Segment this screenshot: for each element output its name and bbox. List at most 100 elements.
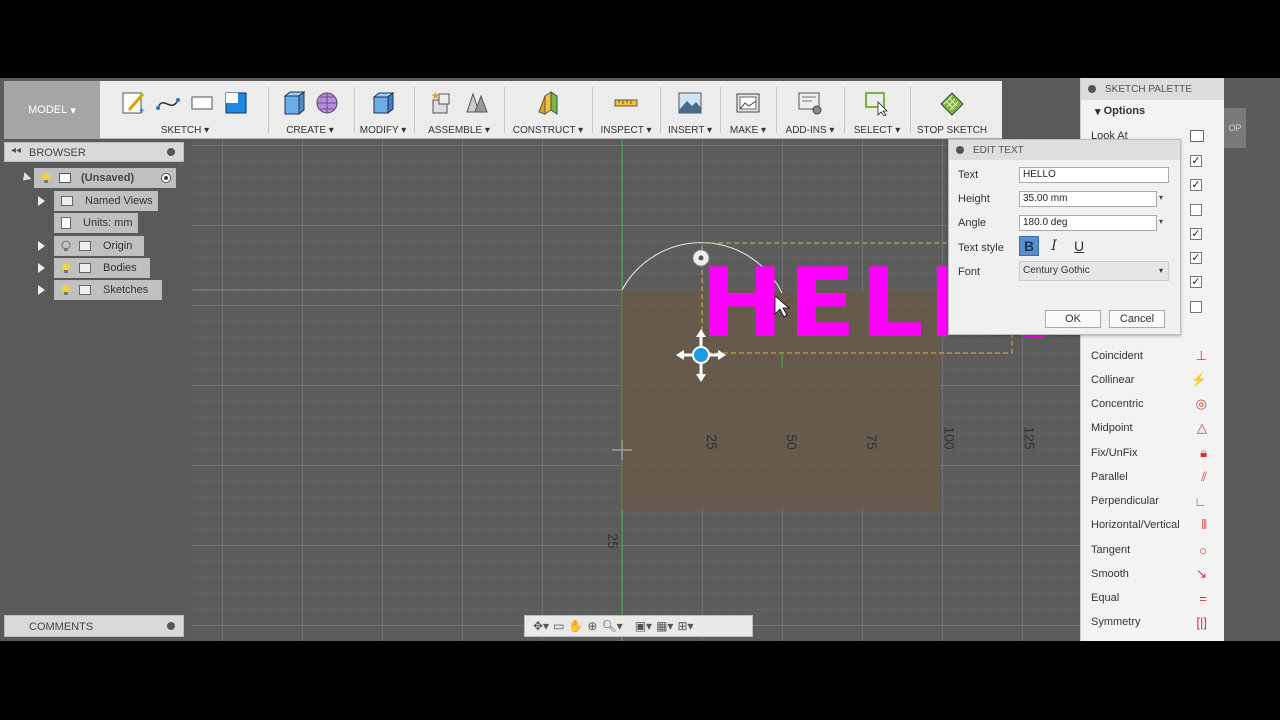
constraint-symmetry[interactable]: Symmetry [|] [1091, 611, 1215, 633]
pin-icon[interactable] [167, 148, 175, 156]
make-menu-label[interactable]: MAKE ▾ [722, 125, 774, 136]
font-select[interactable]: Century Gothic ▾ [1019, 261, 1169, 281]
modify-menu-label[interactable]: MODIFY ▾ [356, 125, 410, 136]
browser-root[interactable]: (Unsaved) [34, 168, 176, 188]
option-checkbox[interactable]: ✓ [1190, 179, 1202, 191]
joint-icon[interactable] [462, 89, 490, 117]
visibility-bulb-off-icon[interactable] [61, 240, 71, 252]
expand-arrow-icon[interactable] [38, 263, 45, 273]
constraint-horizontal-vertical[interactable]: Horizontal/Vertical ⫴ [1091, 514, 1215, 536]
zoom-icon[interactable]: 🔍︎▾ [601, 619, 622, 633]
create-menu-label[interactable]: CREATE ▾ [270, 125, 350, 136]
orbit-icon[interactable]: ✥▾ [533, 619, 549, 633]
add-ins-menu-label[interactable]: ADD-INS ▾ [778, 125, 842, 136]
dropdown-arrow-icon[interactable]: ▾ [1159, 217, 1163, 226]
option-checkbox[interactable]: ✓ [1190, 228, 1202, 240]
stop-sketch-label[interactable]: STOP SKETCH [912, 125, 992, 136]
option-checkbox[interactable] [1190, 301, 1202, 313]
browser-item-bodies[interactable]: Bodies [54, 258, 150, 278]
stop-sketch-group[interactable]: STOP SKETCH [912, 81, 992, 139]
assemble-menu-label[interactable]: ASSEMBLE ▾ [416, 125, 502, 136]
sketch-menu-label[interactable]: SKETCH ▾ [104, 125, 266, 136]
insert-group[interactable]: INSERT ▾ [662, 81, 718, 139]
sketch-edit-icon[interactable]: + [120, 89, 148, 117]
constraint-coincident[interactable]: Coincident ⊥ [1091, 345, 1215, 367]
option-checkbox[interactable]: ✓ [1190, 276, 1202, 288]
angle-input[interactable]: 180.0 deg [1019, 215, 1157, 231]
construct-menu-label[interactable]: CONSTRUCT ▾ [506, 125, 590, 136]
options-section[interactable]: ▾ Options [1081, 100, 1224, 122]
browser-item-origin[interactable]: Origin [54, 236, 144, 256]
assemble-group[interactable]: ★ ASSEMBLE ▾ [416, 81, 502, 139]
measure-icon[interactable] [612, 89, 640, 117]
insert-menu-label[interactable]: INSERT ▾ [662, 125, 718, 136]
constraint-midpoint[interactable]: Midpoint △ [1091, 417, 1215, 439]
constraint-equal[interactable]: Equal = [1091, 587, 1215, 609]
look-at-icon[interactable] [1190, 130, 1204, 142]
constraint-tangent[interactable]: Tangent ○ [1091, 539, 1215, 561]
expand-arrow-icon[interactable] [38, 285, 45, 295]
visibility-bulb-icon[interactable] [61, 284, 71, 296]
display-settings-icon[interactable]: ▣▾ [635, 619, 652, 633]
collapse-icon[interactable] [1088, 85, 1096, 93]
visibility-bulb-icon[interactable] [41, 172, 51, 184]
expand-arrow-icon[interactable] [19, 171, 32, 185]
option-checkbox[interactable]: ✓ [1190, 155, 1202, 167]
offset-plane-icon[interactable] [534, 89, 562, 117]
add-comment-icon[interactable] [167, 622, 175, 630]
option-checkbox[interactable]: ✓ [1190, 252, 1202, 264]
pan-icon[interactable]: ✋ [568, 619, 583, 633]
workspace-switcher[interactable]: MODEL ▾ [4, 81, 100, 139]
insert-image-icon[interactable] [676, 89, 704, 117]
constraint-collinear[interactable]: Collinear ⚡ [1091, 369, 1215, 391]
3d-print-icon[interactable] [734, 89, 762, 117]
browser-item-units[interactable]: Units: mm [54, 213, 138, 233]
press-pull-icon[interactable] [369, 89, 397, 117]
browser-item-named-views[interactable]: Named Views [54, 191, 158, 211]
line-icon[interactable] [154, 89, 182, 117]
italic-button[interactable]: I [1044, 236, 1064, 256]
viewports-icon[interactable]: ⊞▾ [677, 619, 693, 633]
dropdown-arrow-icon[interactable]: ▾ [1159, 193, 1163, 202]
underline-button[interactable]: U [1069, 236, 1089, 256]
side-tab[interactable]: OP [1224, 108, 1246, 148]
activate-icon[interactable] [161, 173, 171, 183]
grid-settings-icon[interactable]: ▦▾ [656, 619, 673, 633]
constraint-smooth[interactable]: Smooth ↘ [1091, 563, 1215, 585]
scripts-icon[interactable] [796, 89, 824, 117]
project-icon[interactable] [222, 89, 250, 117]
extrude-icon[interactable] [279, 89, 307, 117]
form-icon[interactable] [313, 89, 341, 117]
collapse-icon[interactable] [956, 146, 964, 154]
look-at-icon[interactable]: ▭ [553, 619, 564, 633]
height-input[interactable]: 35.00 mm [1019, 191, 1157, 207]
inspect-group[interactable]: INSPECT ▾ [594, 81, 658, 139]
collapse-icon[interactable]: ◂◂ [11, 145, 21, 156]
stop-sketch-icon[interactable] [938, 89, 966, 117]
comments-panel[interactable]: COMMENTS [4, 615, 184, 637]
new-component-icon[interactable]: ★ [428, 89, 456, 117]
make-group[interactable]: MAKE ▾ [722, 81, 774, 139]
constraint-perpendicular[interactable]: Perpendicular ∟ [1091, 490, 1215, 512]
expand-arrow-icon[interactable] [38, 196, 45, 206]
select-group[interactable]: SELECT ▾ [846, 81, 908, 139]
select-menu-label[interactable]: SELECT ▾ [846, 125, 908, 136]
bold-button[interactable]: B [1019, 236, 1039, 256]
constraint-parallel[interactable]: Parallel ⫽ [1091, 466, 1215, 488]
text-input[interactable]: HELLO [1019, 167, 1169, 183]
rectangle-icon[interactable] [188, 89, 216, 117]
construct-group[interactable]: CONSTRUCT ▾ [506, 81, 590, 139]
zoom-window-icon[interactable]: ⊕ [587, 619, 597, 633]
add-ins-group[interactable]: ADD-INS ▾ [778, 81, 842, 139]
visibility-bulb-icon[interactable] [61, 262, 71, 274]
ok-button[interactable]: OK [1045, 310, 1101, 328]
select-icon[interactable] [863, 89, 891, 117]
constraint-concentric[interactable]: Concentric ◎ [1091, 393, 1215, 415]
browser-item-sketches[interactable]: Sketches [54, 280, 162, 300]
modify-group[interactable]: MODIFY ▾ [356, 81, 410, 139]
inspect-menu-label[interactable]: INSPECT ▾ [594, 125, 658, 136]
sketch-canvas[interactable]: HELLO 25 50 75 100 125 25 [192, 138, 1080, 641]
option-checkbox[interactable] [1190, 204, 1202, 216]
cancel-button[interactable]: Cancel [1109, 310, 1165, 328]
create-group[interactable]: CREATE ▾ [270, 81, 350, 139]
